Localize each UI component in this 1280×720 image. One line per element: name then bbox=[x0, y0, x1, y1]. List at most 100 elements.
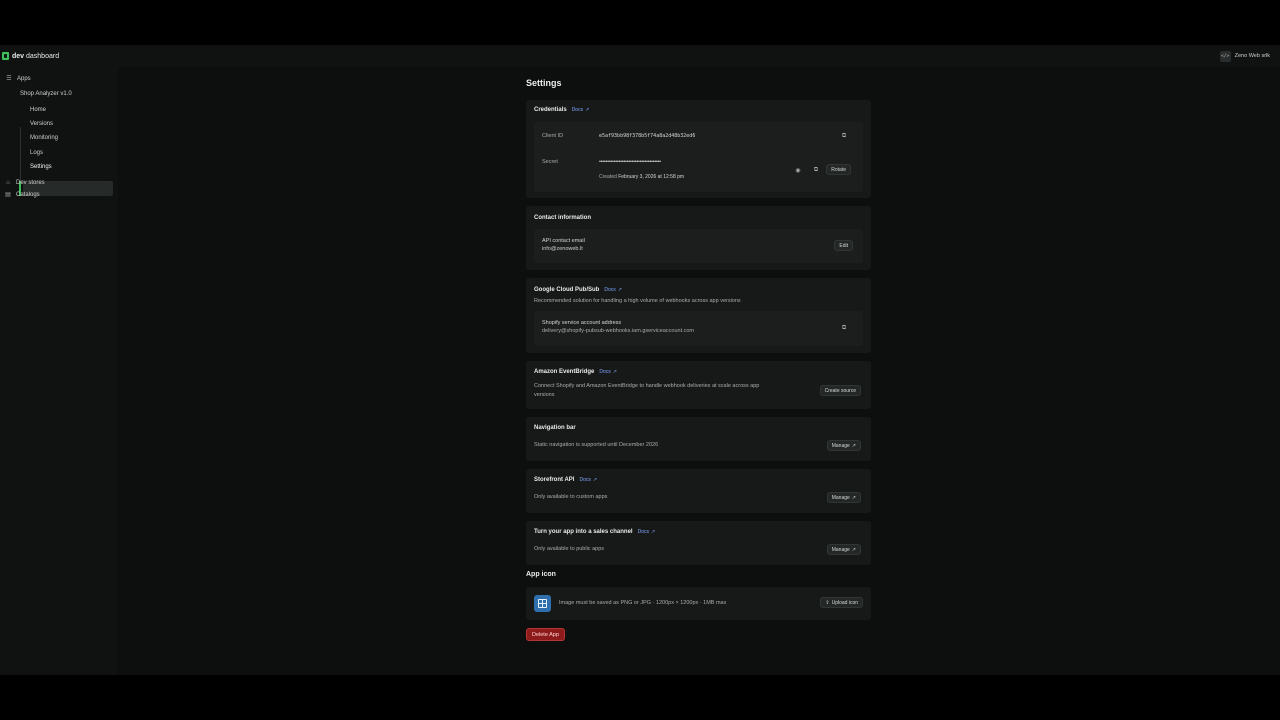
external-link-icon: ↗ bbox=[851, 442, 856, 449]
docs-label: Docs bbox=[599, 369, 611, 375]
storefront-manage-button[interactable]: Manage ↗ bbox=[826, 492, 861, 503]
secret-value: •••••••••••••••••••••••••••••••••••••• bbox=[599, 159, 661, 165]
sidebar-item-label: Home bbox=[30, 107, 47, 113]
pubsub-docs-link[interactable]: Docs ↗ bbox=[604, 287, 622, 293]
contact-title: Contact information bbox=[534, 215, 591, 221]
app-icon-preview bbox=[534, 595, 551, 612]
sidebar-item-label: Settings bbox=[30, 164, 52, 170]
copy-secret-icon[interactable]: ⧉ bbox=[811, 165, 821, 175]
eventbridge-card: Amazon EventBridge Docs ↗ Connect Shopify… bbox=[526, 361, 871, 409]
sidebar-item-label: Catalogs bbox=[16, 192, 40, 198]
sidebar-item-home[interactable]: Home bbox=[30, 107, 46, 113]
sidebar-app-name[interactable]: Shop Analyzer v1.0 bbox=[20, 91, 72, 97]
app-icon-hint: Image must be saved as PNG or JPG · 1200… bbox=[559, 600, 727, 606]
service-account-label: Shopify service account address bbox=[542, 320, 622, 326]
external-link-icon: ↗ bbox=[592, 477, 598, 483]
code-icon: </> bbox=[1219, 50, 1231, 62]
storefront-description: Only available to custom apps bbox=[534, 494, 608, 500]
rotate-button[interactable]: Rotate bbox=[826, 164, 851, 175]
eventbridge-description-line1: Connect Shopify and Amazon EventBridge t… bbox=[534, 383, 760, 389]
sidebar-item-monitoring[interactable]: Monitoring bbox=[30, 135, 58, 141]
sidebar-item-apps[interactable]: ☰ Apps bbox=[6, 76, 31, 82]
shopify-logo-icon bbox=[2, 52, 9, 60]
sidebar-item-label: Monitoring bbox=[30, 135, 59, 141]
external-link-icon: ↗ bbox=[612, 369, 617, 375]
navbar-card: Navigation bar Static navigation is supp… bbox=[526, 417, 871, 461]
manage-label: Manage bbox=[831, 546, 850, 553]
navbar-title: Navigation bar bbox=[534, 425, 576, 431]
upload-icon: ⇪ bbox=[825, 599, 830, 606]
brand-text: dev dashboard bbox=[12, 52, 60, 60]
eventbridge-title: Amazon EventBridge Docs ↗ bbox=[534, 369, 617, 375]
eventbridge-description-line2: versions bbox=[534, 392, 555, 398]
pubsub-inner: Shopify service account address delivery… bbox=[534, 311, 863, 346]
sidebar-item-label: Dev stores bbox=[16, 180, 45, 186]
sidebar-item-settings[interactable]: Settings bbox=[30, 164, 52, 170]
pubsub-description: Recommended solution for handling a high… bbox=[534, 298, 741, 304]
sidebar-item-versions[interactable]: Versions bbox=[30, 121, 53, 127]
create-source-button[interactable]: Create source bbox=[819, 385, 861, 396]
brand[interactable]: dev dashboard bbox=[2, 52, 59, 60]
edit-contact-button[interactable]: Edit bbox=[834, 240, 853, 251]
secret-created: Created February 3, 2026 at 12:58 pm bbox=[599, 174, 684, 180]
copy-service-account-icon[interactable]: ⧉ bbox=[839, 323, 849, 333]
apps-icon: ☰ bbox=[6, 76, 12, 82]
created-date: February 3, 2026 at 12:58 pm bbox=[618, 174, 685, 180]
credentials-docs-link[interactable]: Docs ↗ bbox=[572, 107, 590, 113]
catalog-icon: ▤ bbox=[5, 192, 11, 198]
sales-channel-description: Only available to public apps bbox=[534, 546, 605, 552]
manage-label: Manage bbox=[831, 494, 850, 501]
store-switcher[interactable]: </> Zeno Web srlk bbox=[1219, 50, 1270, 62]
card-title-text: Storefront API bbox=[534, 477, 575, 483]
service-account-value: delivery@shopify-pubsub-webhooks.iam.gse… bbox=[542, 328, 695, 334]
external-link-icon: ↗ bbox=[585, 107, 590, 113]
client-id-label: Client ID bbox=[542, 133, 564, 139]
storefront-card: Storefront API Docs ↗ Only available to c… bbox=[526, 469, 871, 513]
eventbridge-docs-link[interactable]: Docs ↗ bbox=[599, 369, 617, 375]
sidebar-item-dev-stores[interactable]: ⌂ Dev stores bbox=[5, 180, 45, 186]
external-link-icon: ↗ bbox=[617, 287, 622, 293]
external-link-icon: ↗ bbox=[851, 494, 856, 501]
credentials-card: Credentials Docs ↗ Client ID e5af93bb98f3… bbox=[526, 100, 871, 198]
navbar-description: Static navigation is supported until Dec… bbox=[534, 442, 659, 448]
secret-label: Secret bbox=[542, 159, 558, 165]
sales-manage-button[interactable]: Manage ↗ bbox=[826, 544, 861, 555]
sidebar-item-label: Apps bbox=[17, 76, 31, 82]
docs-label: Docs bbox=[579, 477, 591, 483]
eye-icon[interactable]: ◉ bbox=[793, 165, 803, 175]
docs-label: Docs bbox=[637, 529, 649, 535]
sidebar-item-label: Shop Analyzer v1.0 bbox=[20, 91, 72, 97]
sidebar-item-logs[interactable]: Logs bbox=[30, 150, 43, 156]
manage-label: Manage bbox=[831, 442, 850, 449]
sales-channel-title: Turn your app into a sales channel Docs ↗ bbox=[534, 529, 655, 535]
docs-label: Docs bbox=[604, 287, 616, 293]
copy-client-id-icon[interactable]: ⧉ bbox=[839, 131, 849, 141]
grid-icon bbox=[537, 598, 547, 608]
sales-channel-card: Turn your app into a sales channel Docs ↗… bbox=[526, 521, 871, 565]
api-contact-email: info@zenoweb.lt bbox=[542, 246, 583, 252]
card-title-text: Turn your app into a sales channel bbox=[534, 529, 633, 535]
credentials-title: Credentials Docs ↗ bbox=[534, 107, 589, 113]
sidebar: ☰ Apps Shop Analyzer v1.0 Home Versions … bbox=[0, 67, 118, 675]
credentials-inner: Client ID e5af93bb98f378b5f74a8a2d48b32e… bbox=[534, 122, 863, 192]
page-title: Settings bbox=[526, 78, 562, 88]
api-contact-label: API contact email bbox=[542, 238, 585, 244]
external-link-icon: ↗ bbox=[851, 546, 856, 553]
navbar-manage-button[interactable]: Manage ↗ bbox=[826, 440, 861, 451]
pubsub-title: Google Cloud Pub/Sub Docs ↗ bbox=[534, 287, 622, 293]
card-title-text: Amazon EventBridge bbox=[534, 369, 595, 375]
top-bar: dev dashboard </> Zeno Web srlk bbox=[0, 45, 1280, 67]
external-link-icon: ↗ bbox=[650, 529, 656, 535]
upload-icon-button[interactable]: ⇪ Upload icon bbox=[820, 597, 863, 608]
sidebar-item-catalogs[interactable]: ▤ Catalogs bbox=[5, 192, 40, 198]
card-title-text: Google Cloud Pub/Sub bbox=[534, 287, 600, 293]
delete-app-button[interactable]: Delete App bbox=[526, 628, 565, 641]
storefront-title: Storefront API Docs ↗ bbox=[534, 477, 597, 483]
sales-docs-link[interactable]: Docs ↗ bbox=[638, 529, 656, 535]
storefront-docs-link[interactable]: Docs ↗ bbox=[579, 477, 597, 483]
card-title-text: Credentials bbox=[534, 107, 567, 113]
sidebar-item-label: Logs bbox=[30, 150, 44, 156]
contact-card: Contact information API contact email in… bbox=[526, 206, 871, 270]
store-icon: ⌂ bbox=[6, 180, 10, 186]
client-id-value: e5af93bb98f378b5f74a8a2d48b32ed6 bbox=[599, 133, 696, 139]
